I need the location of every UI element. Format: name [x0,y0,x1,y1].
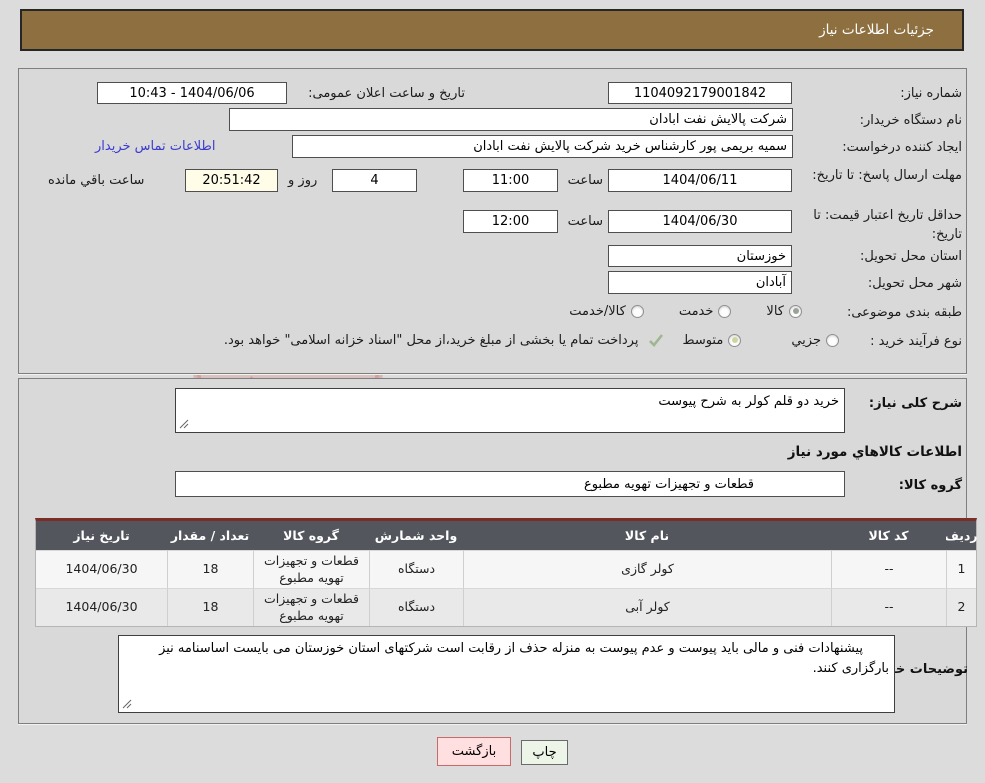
resize-handle-icon[interactable] [179,419,189,429]
buyer-org-label: نام دستگاه خریدار: [859,113,962,128]
requester-field[interactable]: سمیه بریمی پور کارشناس خرید شرکت پالایش … [292,135,793,158]
hours-remaining-label: ساعت باقي مانده [48,173,145,188]
print-button[interactable]: چاپ [521,740,568,765]
goods-heading: اطلاعات کالاهاي مورد نیاز [787,444,962,460]
buyer-notes-text: پیشنهادات فنی و مالی باید پیوست و عدم پی… [159,641,889,677]
goods-group-label: گروه کالا: [898,478,962,493]
cell-item-name: کولر گازی [463,550,831,588]
process-option-minor[interactable]: جزيي [791,333,821,348]
cell-row-number: 2 [946,588,976,626]
category-option-goods-service[interactable]: کالا/خدمت [569,304,626,319]
price-validity-hour-label: ساعت [567,214,603,229]
process-option-medium[interactable]: متوسط [682,333,723,348]
price-validity-hour-field[interactable]: 12:00 [463,210,558,233]
reply-deadline-hour-field[interactable]: 11:00 [463,169,558,192]
back-button[interactable]: بازگشت [437,737,511,766]
price-validity-date-field[interactable]: 1404/06/30 [608,210,792,233]
announce-datetime-label: تاریخ و ساعت اعلان عمومی: [308,86,465,101]
table-header-row: ردیف کد کالا نام کالا واحد شمارش گروه کا… [36,521,978,550]
col-row-number: ردیف [944,521,978,550]
process-radio-group: جزيي متوسط پرداخت تمام یا بخشی از مبلغ خ… [55,330,839,350]
col-unit: واحد شمارش [369,521,463,550]
cell-item-code: -- [831,550,946,588]
city-field[interactable]: آبادان [608,271,792,294]
cell-item-group: قطعات و تجهیزات تهویه مطبوع [253,588,369,626]
goods-table: ردیف کد کالا نام کالا واحد شمارش گروه کا… [35,518,978,627]
reply-deadline-label: مهلت ارسال پاسخ: تا تاریخ: [812,168,962,183]
radio-medium-icon[interactable] [728,333,742,347]
summary-textarea[interactable]: خرید دو قلم کولر به شرح پیوست [175,388,845,433]
cell-item-group: قطعات و تجهیزات تهویه مطبوع [253,550,369,588]
summary-text: خرید دو قلم کولر به شرح پیوست [658,394,839,409]
page: AriaTender.net جزئیات اطلاعات نیاز شماره… [0,0,985,783]
radio-goods-service-icon[interactable] [630,304,644,318]
reply-deadline-date-field[interactable]: 1404/06/11 [608,169,792,192]
countdown-timer: 20:51:42 [185,169,278,192]
city-label: شهر محل تحویل: [867,276,962,291]
col-item-code: کد کالا [831,521,946,550]
province-field[interactable]: خوزستان [608,245,792,267]
buyer-org-field[interactable]: شرکت پالایش نفت ابادان [229,108,793,131]
treasury-note: پرداخت تمام یا بخشی از مبلغ خرید،از محل … [223,332,639,348]
resize-handle-icon[interactable] [122,699,132,709]
col-quantity: تعداد / مقدار [167,521,253,550]
cell-quantity: 18 [167,550,253,588]
category-option-goods[interactable]: کالا [766,304,784,319]
treasury-check-icon [649,334,664,347]
days-and-label: روز و [288,173,318,188]
category-label: طبقه بندی موضوعی: [846,305,962,320]
col-item-group: گروه کالا [253,521,369,550]
col-item-name: نام کالا [463,521,831,550]
need-number-field[interactable]: 1104092179001842 [608,82,792,104]
announce-datetime-field[interactable]: 1404/06/06 - 10:43 [97,82,287,104]
radio-service-icon[interactable] [718,304,732,318]
cell-need-date: 1404/06/30 [36,588,167,626]
page-title: جزئیات اطلاعات نیاز [819,22,934,38]
cell-need-date: 1404/06/30 [36,550,167,588]
reply-deadline-hour-label: ساعت [567,173,603,188]
buyer-notes-textarea[interactable]: پیشنهادات فنی و مالی باید پیوست و عدم پی… [118,635,895,713]
cell-row-number: 1 [946,550,976,588]
province-label: استان محل تحویل: [860,249,962,264]
title-bar: جزئیات اطلاعات نیاز [20,9,964,51]
price-validity-label: حداقل تاریخ اعتبار قیمت: تا تاریخ: [813,208,962,242]
summary-label: شرح کلی نیاز: [868,396,962,411]
remaining-days-field: 4 [332,169,417,192]
need-number-label: شماره نیاز: [900,86,962,101]
radio-goods-icon[interactable] [789,304,802,318]
cell-unit: دستگاه [369,588,463,626]
cell-quantity: 18 [167,588,253,626]
cell-item-code: -- [831,588,946,626]
goods-group-field[interactable]: قطعات و تجهیزات تهویه مطبوع [175,471,845,497]
cell-unit: دستگاه [369,550,463,588]
category-option-service[interactable]: خدمت [679,304,714,319]
requester-label: ایجاد کننده درخواست: [842,140,962,155]
radio-minor-icon[interactable] [826,333,839,347]
process-label: نوع فرآیند خرید : [870,334,962,349]
table-row: 1 -- کولر گازی دستگاه قطعات و تجهیزات ته… [36,550,976,588]
table-row: 2 -- کولر آبی دستگاه قطعات و تجهیزات تهو… [36,588,976,626]
col-need-date: تاریخ نیاز [36,521,167,550]
cell-item-name: کولر آبی [463,588,831,626]
buyer-contact-link[interactable]: اطلاعات تماس خریدار [95,139,215,154]
category-radio-group: کالا خدمت کالا/خدمت [569,301,802,321]
